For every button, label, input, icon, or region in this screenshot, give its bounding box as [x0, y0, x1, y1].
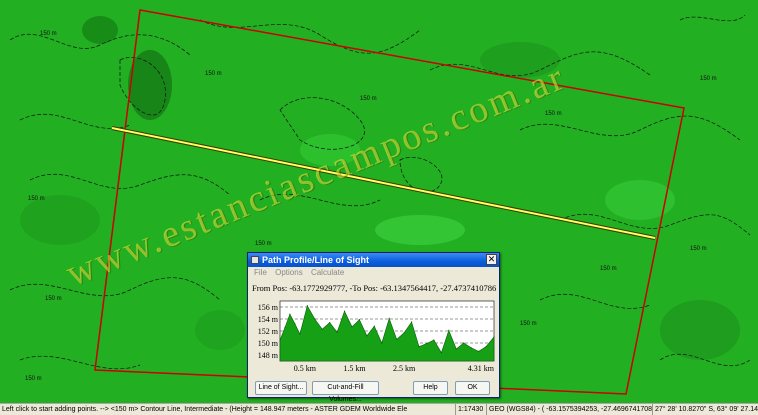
elevation-point	[321, 328, 323, 330]
ok-button[interactable]: OK	[455, 381, 490, 395]
svg-text:150 m: 150 m	[690, 246, 707, 252]
x-tick-label: 4.31 km	[468, 364, 495, 373]
svg-text:150 m: 150 m	[28, 196, 45, 202]
y-tick-label: 150 m	[258, 339, 279, 348]
x-tick-label: 2.5 km	[393, 364, 416, 373]
elevation-point	[478, 350, 480, 352]
svg-text:150 m: 150 m	[45, 296, 62, 302]
elevation-point	[433, 339, 435, 341]
status-coordinates: GEO (WGS84) - ( -63.1575394253, -27.4696…	[486, 404, 652, 415]
elevation-point	[314, 318, 316, 320]
svg-text:150 m: 150 m	[25, 376, 42, 382]
status-scale: 1:17430	[455, 404, 486, 415]
elevation-point	[294, 323, 296, 325]
path-profile-dialog: Path Profile/Line of Sight ✕ File Option…	[247, 252, 500, 403]
elevation-point	[329, 322, 331, 324]
y-tick-label: 152 m	[258, 327, 279, 336]
svg-text:150 m: 150 m	[360, 96, 377, 102]
svg-text:150 m: 150 m	[40, 31, 57, 37]
line-of-sight-button[interactable]: Line of Sight...	[255, 381, 307, 395]
x-tick-label: 0.5 km	[294, 364, 317, 373]
help-button[interactable]: Help	[413, 381, 448, 395]
position-readout: From Pos: -63.1772929777, -To Pos: -63.1…	[252, 283, 497, 293]
elevation-point	[381, 342, 383, 344]
close-button[interactable]: ✕	[486, 254, 497, 265]
cut-and-fill-button[interactable]: Cut-and-Fill Volumes...	[312, 381, 379, 403]
elevation-point	[284, 326, 286, 328]
x-tick-label: 1.5 km	[343, 364, 366, 373]
y-tick-label: 148 m	[258, 351, 279, 360]
elevation-point	[299, 333, 301, 335]
elevation-point	[366, 335, 368, 337]
elevation-point	[358, 319, 360, 321]
elevation-point	[470, 347, 472, 349]
elevation-point	[440, 352, 442, 354]
elevation-point	[463, 342, 465, 344]
y-tick-label: 156 m	[258, 303, 279, 312]
elevation-point	[455, 348, 457, 350]
svg-text:150 m: 150 m	[205, 71, 222, 77]
dialog-titlebar[interactable]: Path Profile/Line of Sight ✕	[248, 253, 499, 267]
dialog-title: Path Profile/Line of Sight	[262, 255, 370, 265]
elevation-point	[493, 336, 495, 338]
elevation-point	[485, 346, 487, 348]
status-hint: Left click to start adding points. --> <…	[2, 406, 408, 413]
elevation-point	[373, 325, 375, 327]
elevation-point	[403, 332, 405, 334]
menu-options[interactable]: Options	[275, 268, 303, 277]
svg-text:150 m: 150 m	[700, 76, 717, 82]
status-bar: Left click to start adding points. --> <…	[0, 403, 758, 415]
status-dms: 27° 28' 10.8270" S, 63° 09' 27.1419" W	[652, 404, 758, 415]
y-tick-label: 154 m	[258, 315, 279, 324]
svg-text:150 m: 150 m	[545, 111, 562, 117]
elevation-point	[306, 305, 308, 307]
elevation-point	[336, 331, 338, 333]
elevation-point	[411, 321, 413, 323]
menu-calculate[interactable]: Calculate	[311, 268, 344, 277]
menu-file[interactable]: File	[254, 268, 267, 277]
svg-text:150 m: 150 m	[255, 241, 272, 247]
elevation-point	[388, 317, 390, 319]
elevation-point	[289, 313, 291, 315]
elevation-point	[343, 310, 346, 312]
svg-text:150 m: 150 m	[600, 266, 617, 272]
dialog-menubar: File Options Calculate	[248, 267, 499, 278]
elevation-point	[425, 343, 428, 345]
elevation-point	[351, 326, 353, 328]
elevation-point	[396, 338, 398, 340]
app-icon	[251, 256, 259, 264]
svg-text:150 m: 150 m	[520, 321, 537, 327]
elevation-point	[448, 329, 450, 331]
elevation-profile-chart: 156 m 154 m 152 m 150 m 148 m 0.5 km 1.5 km 2.5…	[258, 300, 495, 373]
elevation-point	[279, 339, 281, 341]
elevation-point	[418, 346, 420, 348]
